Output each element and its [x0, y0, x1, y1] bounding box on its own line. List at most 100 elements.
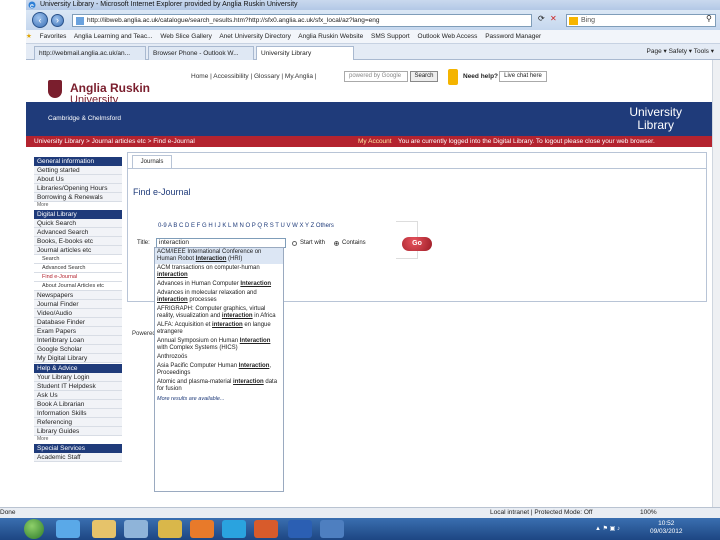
- system-tray-icons[interactable]: ▲ ⚑ ▣ ♪: [595, 525, 620, 532]
- firefox-icon[interactable]: [190, 520, 214, 538]
- suggestion-item[interactable]: Asia Pacific Computer Human Interaction,…: [155, 362, 283, 378]
- sidebar-item[interactable]: Quick Search: [34, 219, 122, 228]
- favorites-button[interactable]: Favorites: [40, 33, 67, 40]
- search-icon[interactable]: ⚲: [706, 14, 712, 23]
- powerpoint-icon[interactable]: [254, 520, 278, 538]
- internet-explorer-icon[interactable]: [56, 520, 80, 538]
- window-titlebar: e University Library - Microsoft Interne…: [26, 0, 720, 10]
- sidebar-subitem[interactable]: Search: [34, 255, 122, 264]
- favorite-link[interactable]: Password Manager: [485, 33, 541, 40]
- sidebar-item[interactable]: Information Skills: [34, 409, 122, 418]
- contains-radio[interactable]: [334, 241, 339, 246]
- sidebar-item[interactable]: Getting started: [34, 166, 122, 175]
- clock-date: 09/03/2012: [650, 528, 683, 535]
- sidebar-item[interactable]: Student IT Helpdesk: [34, 382, 122, 391]
- search-field[interactable]: Bing: [566, 14, 716, 27]
- sidebar-item[interactable]: Google Scholar: [34, 345, 122, 354]
- sidebar-item[interactable]: Exam Papers: [34, 327, 122, 336]
- suggestion-item[interactable]: Advances in Human Computer Interaction: [155, 280, 283, 289]
- favorite-link[interactable]: Anglia Ruskin Website: [298, 33, 363, 40]
- sidebar-section-title[interactable]: Help & Advice: [34, 364, 122, 373]
- sidebar-item[interactable]: My Digital Library: [34, 354, 122, 363]
- suggestion-item[interactable]: ACM transactions on computer-human inter…: [155, 264, 283, 280]
- sidebar-section-title[interactable]: Digital Library: [34, 210, 122, 219]
- svg-text:e: e: [30, 3, 34, 9]
- vertical-scrollbar[interactable]: [712, 60, 720, 507]
- browser-tab[interactable]: http://webmail.anglia.ac.uk/an...: [34, 46, 146, 60]
- sidebar-section-title[interactable]: General information: [34, 157, 122, 166]
- skype-icon[interactable]: [222, 520, 246, 538]
- favorite-link[interactable]: Outlook Web Access: [418, 33, 478, 40]
- clock[interactable]: 10:52 09/03/2012: [650, 520, 683, 536]
- sidebar-section-title[interactable]: Special Services: [34, 444, 122, 453]
- favorite-link[interactable]: Anglia Learning and Teac...: [74, 33, 153, 40]
- url-field[interactable]: http://libweb.anglia.ac.uk/catalogue/sea…: [72, 14, 532, 27]
- browser-tab-active[interactable]: University Library: [256, 46, 354, 60]
- sidebar-more-link[interactable]: More: [34, 202, 122, 209]
- suggestion-item[interactable]: ALFA: Acquisition et interaction en lang…: [155, 321, 283, 337]
- sidebar-item[interactable]: Advanced Search: [34, 228, 122, 237]
- sidebar-item[interactable]: Books, E-books etc: [34, 237, 122, 246]
- forward-button[interactable]: ›: [51, 14, 64, 27]
- suggestion-item[interactable]: Annual Symposium on Human Interaction wi…: [155, 337, 283, 353]
- sidebar-item[interactable]: Your Library Login: [34, 373, 122, 382]
- sidebar-item[interactable]: Library Guides: [34, 427, 122, 436]
- suggestion-item[interactable]: Advances in molecular relaxation and int…: [155, 289, 283, 305]
- sidebar-more-link[interactable]: More: [34, 436, 122, 443]
- breadcrumb[interactable]: University Library > Journal articles et…: [34, 136, 195, 147]
- suggestion-item[interactable]: Anthrozoös: [155, 353, 283, 362]
- favorite-link[interactable]: Anet University Directory: [219, 33, 291, 40]
- favorite-link[interactable]: SMS Support: [371, 33, 410, 40]
- zoom-level[interactable]: 100%: [640, 508, 657, 518]
- sidebar-item[interactable]: Journal Finder: [34, 300, 122, 309]
- sidebar-item[interactable]: Database Finder: [34, 318, 122, 327]
- bing-icon: [569, 17, 578, 25]
- sidebar-subitem[interactable]: About Journal Articles etc: [34, 282, 122, 291]
- file-explorer-icon[interactable]: [92, 520, 116, 538]
- command-bar[interactable]: Page ▾ Safety ▾ Tools ▾: [647, 47, 714, 55]
- search-placeholder: Bing: [581, 17, 596, 24]
- suggestion-item[interactable]: ACM/IEEE International Conference on Hum…: [155, 248, 283, 264]
- sidebar-item[interactable]: Referencing: [34, 418, 122, 427]
- sidebar-item[interactable]: Interlibrary Loan: [34, 336, 122, 345]
- sidebar-item[interactable]: Newspapers: [34, 291, 122, 300]
- alphabet-nav[interactable]: 0-9 A B C D E F G H I J K L M N O P Q R …: [158, 223, 334, 229]
- word-icon[interactable]: [288, 520, 312, 538]
- site-search-input[interactable]: powered by Google: [344, 71, 408, 82]
- favorite-link[interactable]: Web Slice Gallery: [160, 33, 212, 40]
- favorites-star-icon[interactable]: ★: [26, 33, 32, 40]
- live-chat-button[interactable]: Live chat here: [499, 71, 547, 82]
- start-button-icon[interactable]: [24, 519, 44, 539]
- clock-time: 10:52: [658, 520, 675, 527]
- outlook-icon[interactable]: [320, 520, 344, 538]
- suggestion-item[interactable]: AFRIGRAPH: Computer graphics, virtual re…: [155, 305, 283, 321]
- back-button[interactable]: ‹: [32, 12, 48, 28]
- paint-icon[interactable]: [158, 520, 182, 538]
- sidebar-item[interactable]: Academic Staff: [34, 453, 122, 462]
- browser-tab[interactable]: Browser Phone - Outlook W...: [148, 46, 254, 60]
- stop-icon[interactable]: ✕: [550, 14, 557, 23]
- start-with-radio[interactable]: [292, 241, 297, 246]
- go-button[interactable]: Go: [402, 237, 432, 251]
- sidebar-subitem-current[interactable]: Find e-Journal: [34, 273, 122, 282]
- sidebar-item[interactable]: Ask Us: [34, 391, 122, 400]
- sidebar-subitem[interactable]: Advanced Search: [34, 264, 122, 273]
- sidebar-item[interactable]: Borrowing & Renewals: [34, 193, 122, 202]
- logo-line: Anglia Ruskin: [70, 81, 151, 95]
- sidebar-item[interactable]: Journal articles etc: [34, 246, 122, 255]
- more-results-link[interactable]: More results are available...: [155, 394, 283, 404]
- tab-journals[interactable]: Journals: [132, 155, 172, 169]
- site-search-button[interactable]: Search: [410, 71, 438, 82]
- my-account-link[interactable]: My Account: [358, 136, 392, 147]
- tab-divider: [128, 168, 706, 169]
- powered-by-label: Powered: [132, 331, 156, 337]
- refresh-icon[interactable]: ⟳: [538, 14, 545, 23]
- sidebar-item[interactable]: Book A Librarian: [34, 400, 122, 409]
- site-top-links[interactable]: Home | Accessibility | Glossary | My.Ang…: [191, 73, 316, 80]
- media-player-icon[interactable]: [124, 520, 148, 538]
- autocomplete-dropdown: ACM/IEEE International Conference on Hum…: [154, 247, 284, 492]
- suggestion-item[interactable]: Atomic and plasma-material interaction d…: [155, 378, 283, 394]
- sidebar-item[interactable]: About Us: [34, 175, 122, 184]
- sidebar-item[interactable]: Libraries/Opening Hours: [34, 184, 122, 193]
- sidebar-item[interactable]: Video/Audio: [34, 309, 122, 318]
